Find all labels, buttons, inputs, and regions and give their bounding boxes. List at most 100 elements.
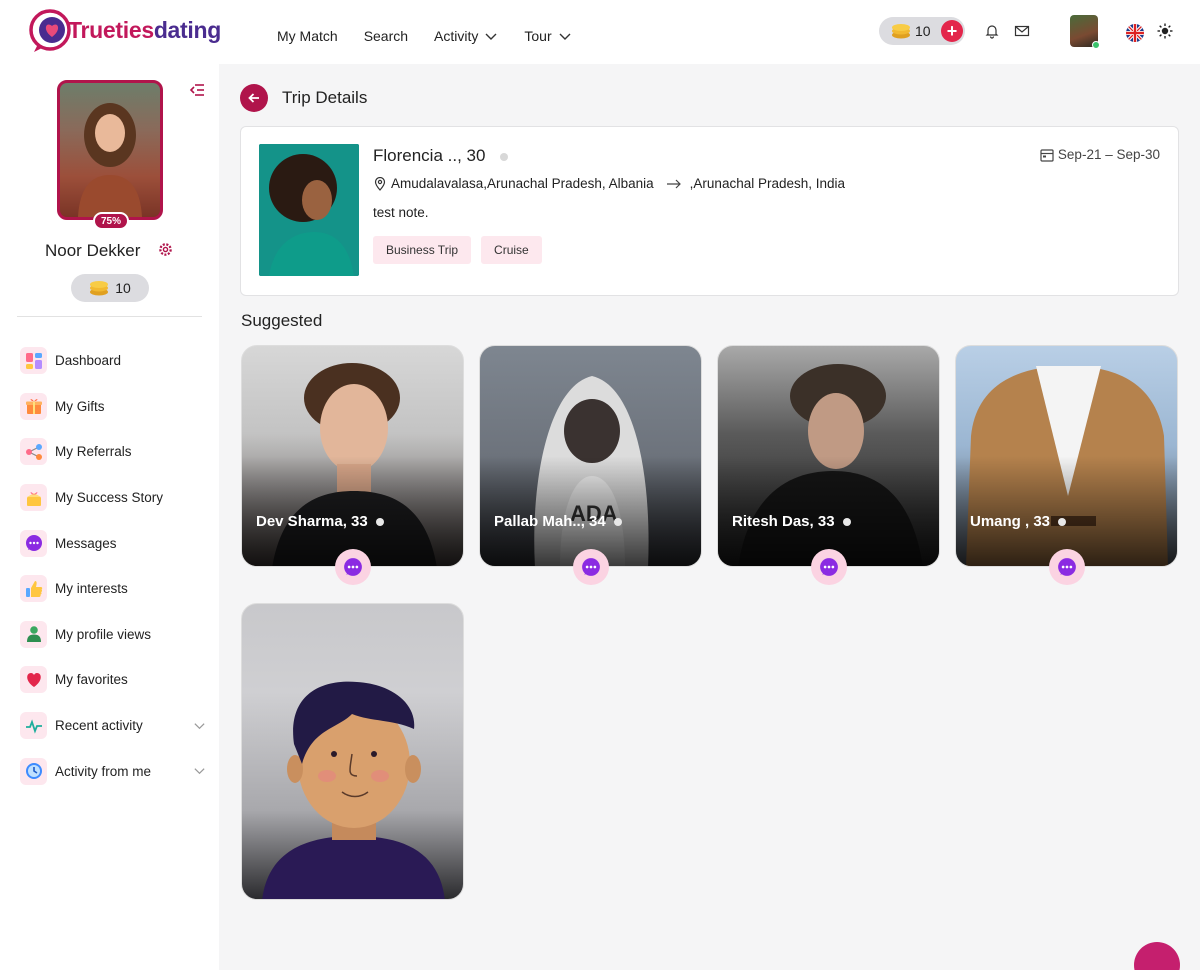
- person-icon: [20, 620, 47, 648]
- coins-icon: [90, 281, 109, 296]
- suggested-name: Ritesh Das, 33: [732, 513, 851, 530]
- suggested-name-text: Umang , 33: [970, 513, 1051, 530]
- suggested-card[interactable]: ADA Pallab Mah.., 34: [479, 345, 702, 567]
- trip-route: Amudalavalasa,Arunachal Pradesh, Albania…: [373, 176, 845, 191]
- chat-icon: [1058, 558, 1076, 576]
- sidebar-item-label: My profile views: [55, 626, 152, 642]
- sidebar-item-my-interests[interactable]: My interests: [20, 566, 210, 612]
- brand-logo[interactable]: Truetiesdating: [28, 6, 221, 54]
- sidebar-item-my-success-story[interactable]: My Success Story: [20, 475, 210, 521]
- profile-photo[interactable]: [57, 80, 163, 220]
- calendar-icon: [1040, 148, 1054, 162]
- sidebar-item-my-referrals[interactable]: My Referrals: [20, 429, 210, 475]
- trip-tags: Business Trip Cruise: [373, 236, 542, 264]
- sidebar-item-label: My Success Story: [55, 490, 164, 506]
- sidebar-item-my-profile-views[interactable]: My profile views: [20, 612, 210, 658]
- suggested-card[interactable]: Ritesh Das, 33: [717, 345, 940, 567]
- sidebar-item-recent-activity[interactable]: Recent activity: [20, 703, 210, 749]
- suggested-name-text: Dev Sharma, 33: [256, 513, 368, 530]
- sidebar-item-messages[interactable]: Messages: [20, 520, 210, 566]
- coins-icon: [892, 24, 910, 39]
- suggested-card[interactable]: Umang , 33: [955, 345, 1178, 567]
- trip-tag: Business Trip: [373, 236, 472, 264]
- status-dot: [613, 517, 622, 526]
- arrow-left-icon: [248, 93, 259, 103]
- suggested-name-text: Ritesh Das, 33: [732, 513, 835, 530]
- trip-note: test note.: [373, 205, 429, 220]
- chat-icon: [582, 558, 600, 576]
- suggested-card-placeholder[interactable]: [241, 603, 464, 900]
- offline-status-dot: [500, 153, 508, 161]
- trip-origin: Amudalavalasa,Arunachal Pradesh, Albania: [391, 176, 654, 191]
- back-button[interactable]: [240, 84, 268, 112]
- sidebar-coin-count: 10: [115, 280, 131, 296]
- chat-button[interactable]: [811, 549, 847, 585]
- box-icon: [20, 484, 47, 512]
- top-header: Truetiesdating My Match Search Activity …: [0, 0, 1200, 64]
- suggested-heading: Suggested: [241, 311, 323, 330]
- gift-icon: [20, 392, 47, 420]
- nav-label: Search: [363, 28, 409, 44]
- location-pin-icon: [374, 176, 386, 191]
- trip-date-range: Sep-21 – Sep-30: [1040, 147, 1160, 162]
- floating-action-button[interactable]: [1134, 942, 1180, 970]
- suggested-card[interactable]: Dev Sharma, 33: [241, 345, 464, 567]
- arrow-right-icon: [666, 179, 681, 188]
- sidebar-item-label: Dashboard: [55, 353, 122, 369]
- chat-icon: [20, 529, 47, 557]
- nav-label: Tour: [524, 28, 552, 44]
- mail-icon[interactable]: [1014, 23, 1030, 39]
- uk-flag-icon[interactable]: [1126, 24, 1144, 42]
- collapse-sidebar-icon[interactable]: [189, 82, 205, 98]
- nav-label: My Match: [277, 28, 338, 44]
- profile-name: Noor Dekker: [45, 241, 141, 260]
- status-dot: [842, 517, 851, 526]
- header-coin-balance[interactable]: 10 +: [879, 17, 965, 45]
- sidebar-item-activity-from-me[interactable]: Activity from me: [20, 748, 210, 794]
- trip-user-name[interactable]: Florencia .., 30: [373, 146, 485, 166]
- nav-my-match[interactable]: My Match: [277, 28, 338, 44]
- suggested-name: Pallab Mah.., 34: [494, 513, 622, 530]
- sidebar-divider: [17, 316, 202, 317]
- sidebar-item-my-favorites[interactable]: My favorites: [20, 657, 210, 703]
- thumbs-up-icon: [20, 575, 47, 603]
- sidebar-item-label: Activity from me: [55, 763, 152, 779]
- brand-name-part1: Trueties: [68, 16, 154, 43]
- sidebar-coin-balance[interactable]: 10: [71, 274, 149, 302]
- chat-button[interactable]: [335, 549, 371, 585]
- nav-activity[interactable]: Activity: [434, 28, 498, 44]
- sidebar-item-my-gifts[interactable]: My Gifts: [20, 384, 210, 430]
- trip-user-photo[interactable]: [259, 144, 359, 276]
- chat-button[interactable]: [573, 549, 609, 585]
- sidebar-item-label: My Referrals: [55, 444, 132, 460]
- gear-icon[interactable]: [158, 242, 173, 257]
- sun-icon[interactable]: [1157, 23, 1173, 39]
- share-icon: [20, 438, 47, 466]
- avatar-placeholder-illustration: [262, 681, 445, 899]
- sidebar-item-dashboard[interactable]: Dashboard: [20, 338, 210, 384]
- sidebar-item-label: Recent activity: [55, 718, 143, 734]
- sidebar-item-label: My interests: [55, 581, 128, 597]
- trip-details-card: Florencia .., 30 Sep-21 – Sep-30 Amudala…: [240, 126, 1179, 296]
- trip-dates-text: Sep-21 – Sep-30: [1057, 147, 1160, 162]
- clock-icon: [20, 757, 47, 785]
- heart-icon: [20, 666, 47, 694]
- chevron-down-icon[interactable]: [193, 764, 206, 777]
- chevron-down-icon[interactable]: [193, 719, 206, 732]
- nav-label: Activity: [434, 28, 479, 44]
- pulse-icon: [20, 712, 47, 740]
- sidebar: 75% Noor Dekker 10 Dashboard My Gifts My…: [0, 64, 219, 970]
- logo-heart-icon: [28, 6, 76, 54]
- dashboard-icon: [20, 347, 47, 375]
- chat-button[interactable]: [1049, 549, 1085, 585]
- nav-search[interactable]: Search: [364, 28, 408, 44]
- bell-icon[interactable]: [984, 23, 1000, 39]
- suggested-name: Dev Sharma, 33: [256, 513, 384, 530]
- sidebar-item-label: My favorites: [55, 672, 128, 688]
- suggested-name: Umang , 33: [970, 513, 1067, 530]
- user-avatar[interactable]: [1070, 15, 1100, 49]
- add-coins-button[interactable]: +: [941, 20, 963, 42]
- suggested-name-text: Pallab Mah.., 34: [494, 513, 606, 530]
- chevron-down-icon: [559, 33, 571, 40]
- nav-tour[interactable]: Tour: [524, 28, 571, 44]
